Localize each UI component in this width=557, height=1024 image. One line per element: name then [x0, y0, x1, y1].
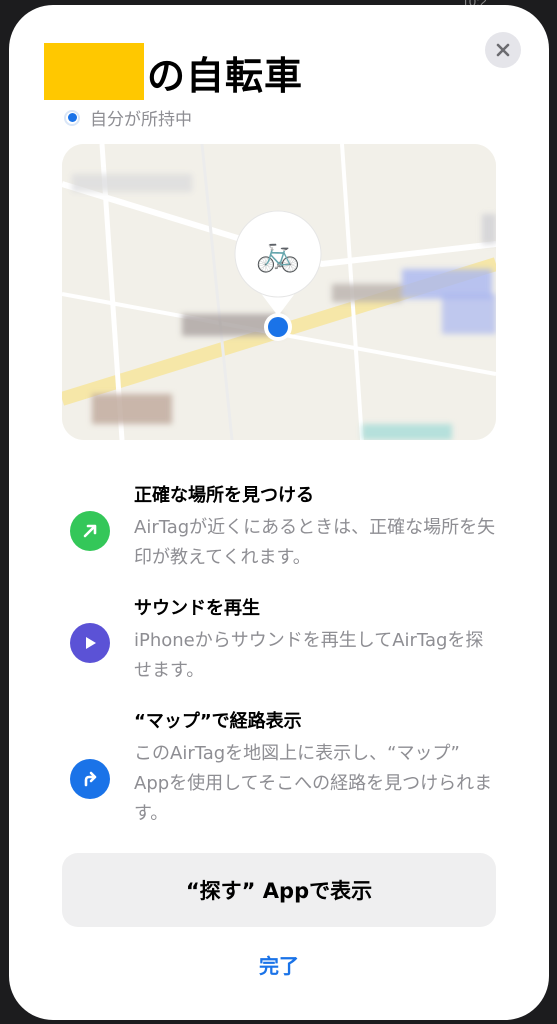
feature-description: このAirTagを地図上に表示し、“マップ” Appを使用してそこへの経路を見つ…: [134, 743, 493, 824]
bicycle-icon: 🚲: [255, 233, 301, 274]
phone-screen: 10:2 の自転車 自分が所持中: [0, 0, 557, 1024]
airtag-detail-sheet: の自転車 自分が所持中 🚲 正確な場所を見つける AirTagが近くにあるときは…: [9, 5, 549, 1020]
xmark-icon: [496, 43, 510, 57]
map-canvas: [62, 144, 496, 440]
owner-label: 自分が所持中: [90, 110, 192, 130]
feature-maps-directions: “マップ”で経路表示 このAirTagを地図上に表示し、“マップ” Appを使用…: [66, 699, 506, 824]
feature-description: iPhoneからサウンドを再生してAirTagを探せます。: [134, 630, 484, 681]
close-button[interactable]: [485, 32, 521, 68]
feature-title: 正確な場所を見つける: [134, 485, 314, 506]
feature-list: 正確な場所を見つける AirTagが近くにあるときは、正確な場所を矢印が教えてく…: [66, 473, 506, 824]
directions-arrow-icon: [70, 759, 110, 799]
owner-status: 自分が所持中: [64, 105, 192, 130]
current-location-dot: [268, 317, 288, 337]
open-in-find-my-button[interactable]: “探す” Appで表示: [62, 853, 496, 927]
play-icon: [70, 623, 110, 663]
arrow-up-right-icon: [70, 511, 110, 551]
done-button[interactable]: 完了: [9, 950, 549, 979]
feature-precise-location: 正確な場所を見つける AirTagが近くにあるときは、正確な場所を矢印が教えてく…: [66, 473, 506, 586]
page-title: の自転車: [147, 54, 304, 98]
redacted-owner-name: [44, 43, 144, 100]
feature-title: “マップ”で経路表示: [134, 711, 302, 732]
location-dot-icon: [64, 109, 80, 126]
feature-description: AirTagが近くにあるときは、正確な場所を矢印が教えてくれます。: [134, 517, 496, 568]
feature-title: サウンドを再生: [134, 598, 260, 619]
feature-play-sound: サウンドを再生 iPhoneからサウンドを再生してAirTagを探せます。: [66, 586, 506, 699]
location-map[interactable]: 🚲: [62, 144, 496, 440]
